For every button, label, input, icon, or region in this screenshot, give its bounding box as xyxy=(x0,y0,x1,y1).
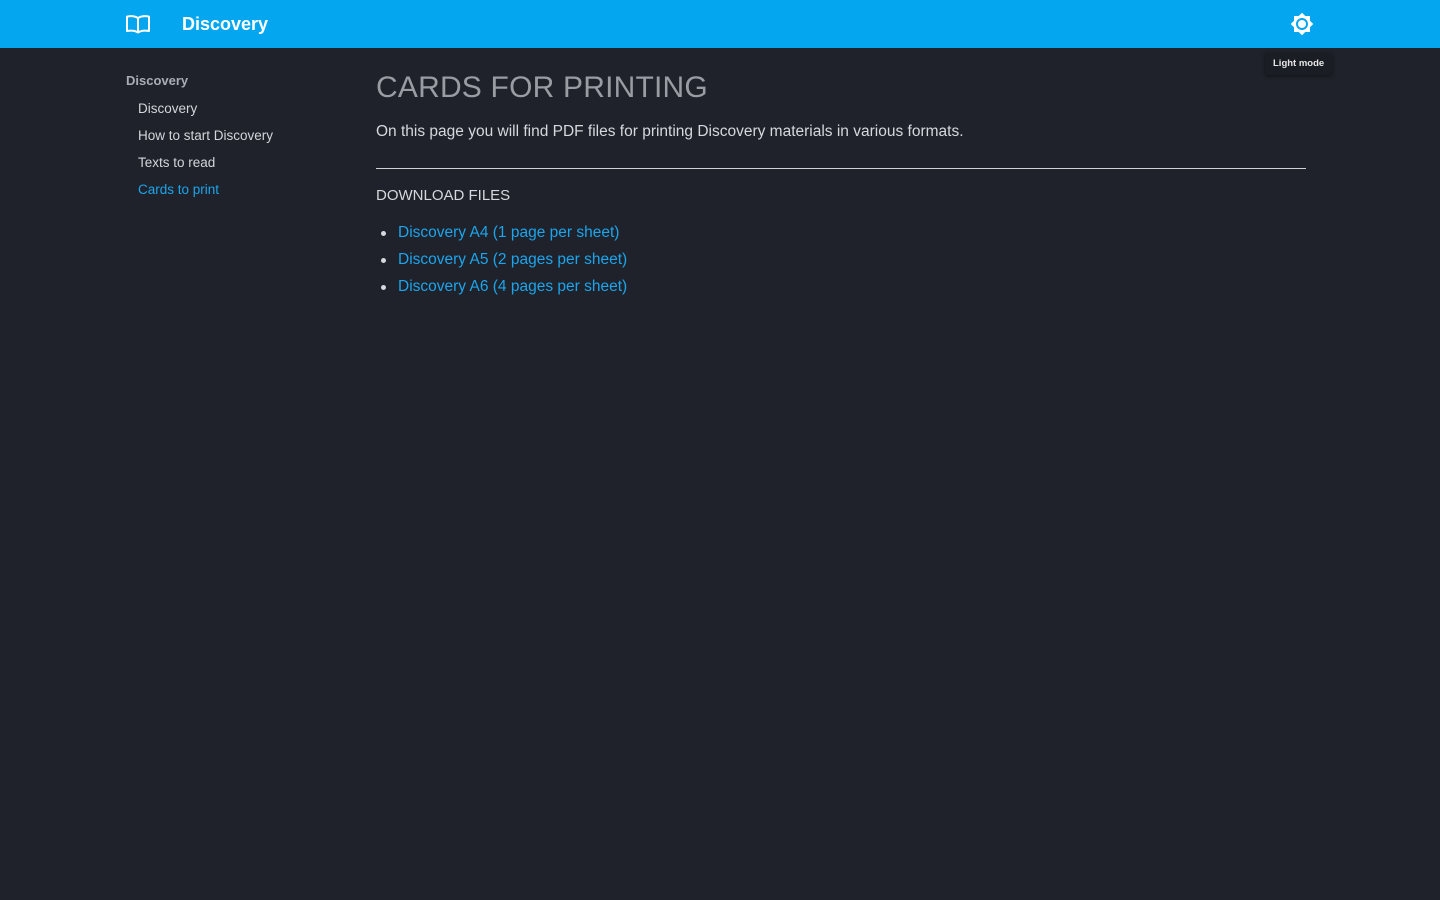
main-content: CARDS FOR PRINTING On this page you will… xyxy=(376,68,1306,303)
download-link-a6[interactable]: Discovery A6 (4 pages per sheet) xyxy=(398,278,627,295)
sidebar-item-cards-to-print[interactable]: Cards to print xyxy=(138,176,346,203)
bullet-icon xyxy=(381,231,386,236)
intro-paragraph: On this page you will find PDF files for… xyxy=(376,123,964,140)
sidebar-list: Discovery How to start Discovery Texts t… xyxy=(126,95,346,203)
book-open-icon xyxy=(126,15,150,34)
site-title[interactable]: Discovery xyxy=(182,13,268,35)
sidebar-heading: Discovery xyxy=(126,73,189,88)
logo-button[interactable] xyxy=(124,12,152,36)
download-link-a4[interactable]: Discovery A4 (1 page per sheet) xyxy=(398,224,619,241)
page-title: CARDS FOR PRINTING xyxy=(376,71,708,104)
theme-toggle-button[interactable] xyxy=(1288,10,1316,38)
sidebar-item-discovery[interactable]: Discovery xyxy=(138,95,346,122)
sun-brightness-icon xyxy=(1290,12,1314,36)
section-title: DOWNLOAD FILES xyxy=(376,187,511,204)
sidebar-item-texts-to-read[interactable]: Texts to read xyxy=(138,149,346,176)
bullet-icon xyxy=(381,258,386,263)
list-item: Discovery A5 (2 pages per sheet) xyxy=(376,249,1306,276)
bullet-icon xyxy=(381,285,386,290)
sidebar-nav: Discovery Discovery How to start Discove… xyxy=(126,68,346,203)
section-divider xyxy=(376,168,1306,169)
sidebar-item-how-to-start[interactable]: How to start Discovery xyxy=(138,122,346,149)
list-item: Discovery A6 (4 pages per sheet) xyxy=(376,276,1306,303)
download-link-a5[interactable]: Discovery A5 (2 pages per sheet) xyxy=(398,251,627,268)
download-list: Discovery A4 (1 page per sheet) Discover… xyxy=(376,222,1306,303)
top-header: Discovery xyxy=(0,0,1440,48)
list-item: Discovery A4 (1 page per sheet) xyxy=(376,222,1306,249)
